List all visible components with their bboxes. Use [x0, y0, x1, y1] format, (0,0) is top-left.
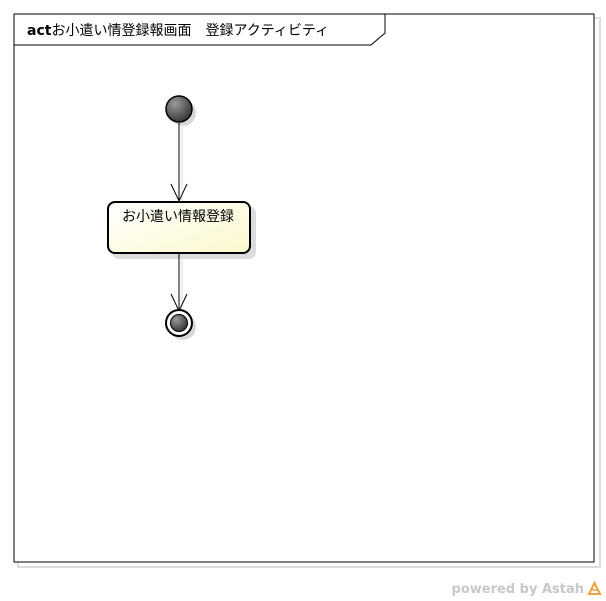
frame-keyword: act — [27, 23, 52, 39]
frame-title: actお小遣い情登録報画面 登録アクティビティ — [27, 22, 329, 40]
activity-final-node-inner — [170, 314, 188, 332]
watermark-text: powered by Astah — [451, 582, 584, 597]
astah-logo-icon — [587, 581, 602, 596]
activity-frame — [13, 13, 595, 563]
action-node-label: お小遣い情報登録 — [122, 209, 234, 225]
activity-diagram — [13, 13, 601, 568]
initial-node[interactable] — [165, 95, 193, 123]
frame-title-label: お小遣い情登録報画面 登録アクティビティ — [51, 23, 330, 39]
